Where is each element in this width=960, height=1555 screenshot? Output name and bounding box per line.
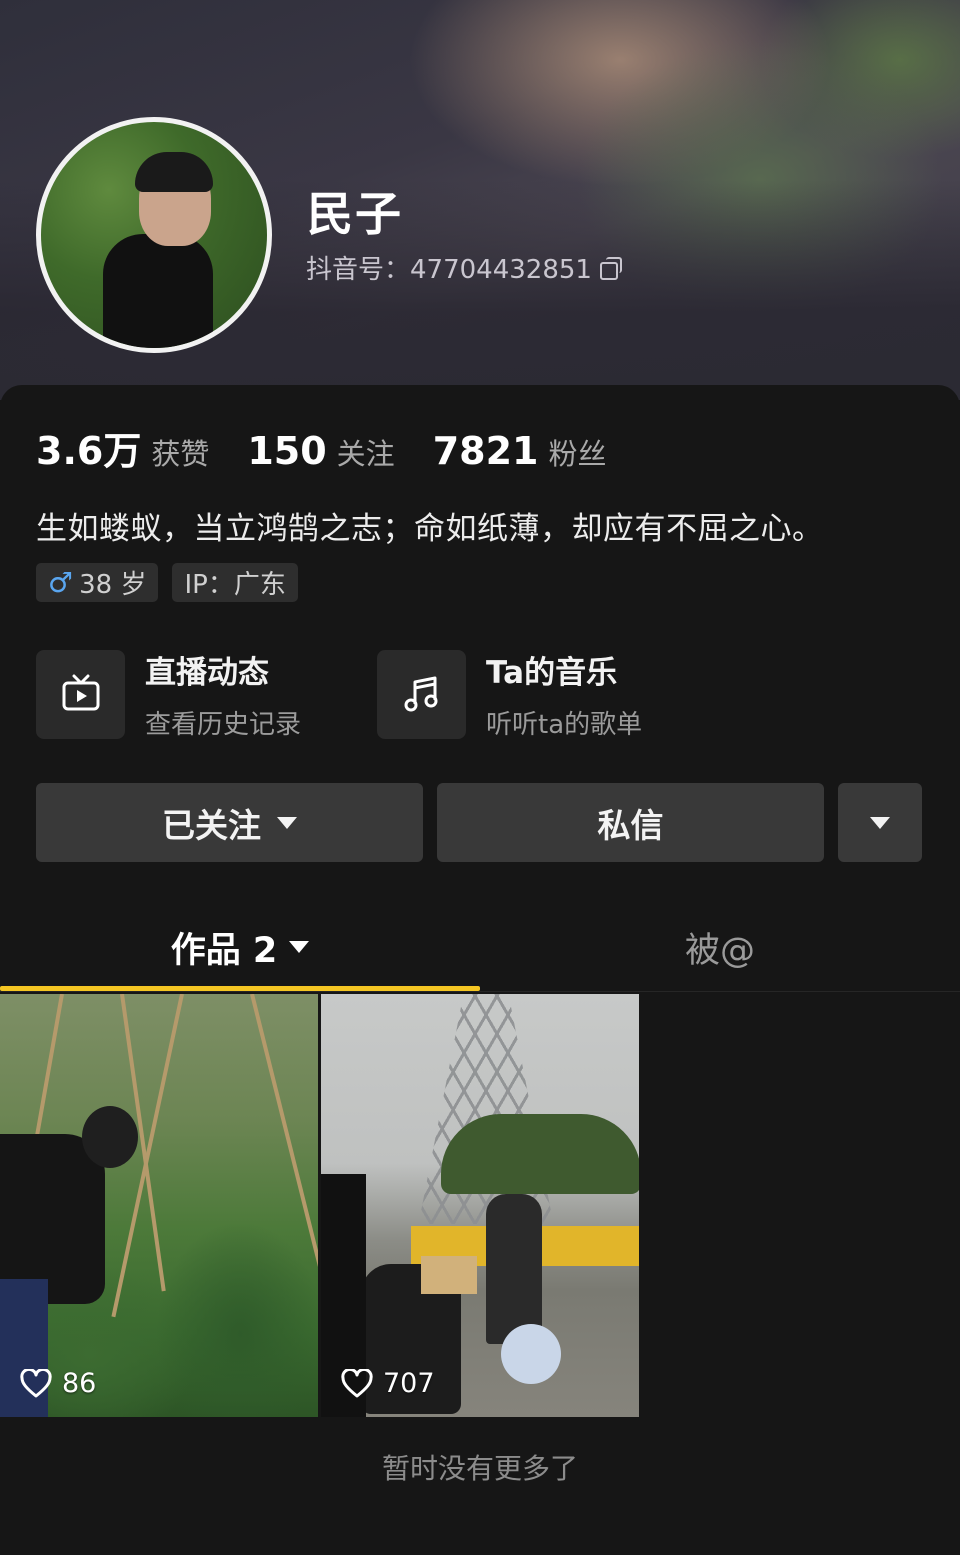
message-button[interactable]: 私信 <box>437 783 824 862</box>
stat-likes-value: 3.6万 <box>36 429 142 473</box>
feature-live-title: 直播动态 <box>145 655 269 691</box>
more-button[interactable] <box>838 783 922 862</box>
stat-followers-value: 7821 <box>432 429 539 473</box>
like-count-value: 86 <box>62 1368 97 1399</box>
avatar[interactable] <box>36 117 272 353</box>
tab-works[interactable]: 作品 2 <box>0 905 480 989</box>
tab-mentioned[interactable]: 被@ <box>480 905 960 989</box>
caret-down-icon <box>870 816 890 829</box>
caret-down-icon <box>289 941 310 953</box>
like-count-value: 707 <box>383 1368 435 1399</box>
stat-likes-label: 获赞 <box>151 437 210 471</box>
stats-row: 3.6万 获赞 150 关注 7821 粉丝 <box>36 420 644 475</box>
bio: 生如蝼蚁，当立鸿鹄之志；命如纸薄，却应有不屈之心。 <box>36 511 824 547</box>
age-text: 38 岁 <box>79 570 147 600</box>
feature-row: 直播动态 查看历史记录 Ta的音乐 听听ta的歌单 <box>36 647 718 741</box>
ip-tag: IP：广东 <box>172 563 298 602</box>
video-thumbnail[interactable]: 707 <box>321 994 639 1417</box>
ip-text: IP：广东 <box>184 570 286 600</box>
content-tabs: 作品 2 被@ <box>0 905 960 992</box>
followed-button[interactable]: 已关注 <box>36 783 423 862</box>
video-thumbnail[interactable]: 86 <box>0 994 318 1417</box>
music-note-icon <box>377 649 466 739</box>
stat-following-label: 关注 <box>336 437 395 471</box>
male-icon: ♂ <box>48 566 74 599</box>
video-person-head <box>82 1106 138 1168</box>
username: 民子 <box>307 187 403 241</box>
heart-icon <box>341 1368 373 1397</box>
tab-works-label: 作品 2 <box>170 930 278 971</box>
caret-down-icon <box>277 816 297 829</box>
plastic-bag <box>501 1324 561 1384</box>
douyin-id-text: 抖音号：47704432851 <box>306 255 592 285</box>
bean-pole <box>250 994 318 1305</box>
stat-likes: 3.6万 获赞 <box>36 420 209 475</box>
like-count: 86 <box>20 1368 96 1399</box>
avatar-person-body <box>103 234 213 348</box>
avatar-person-hair <box>135 152 213 192</box>
like-count: 707 <box>341 1368 435 1399</box>
profile-card: 3.6万 获赞 150 关注 7821 粉丝 生如蝼蚁，当立鸿鹄之志；命如纸薄，… <box>0 385 960 1555</box>
tab-active-indicator <box>0 986 480 991</box>
copy-icon[interactable] <box>599 256 622 280</box>
stat-followers-label: 粉丝 <box>548 437 607 471</box>
tv-icon <box>36 649 125 739</box>
feature-music-subtitle: 听听ta的歌单 <box>486 710 643 740</box>
feature-live-history[interactable]: 直播动态 查看历史记录 <box>36 647 377 741</box>
stat-followers[interactable]: 7821 粉丝 <box>433 429 607 473</box>
action-buttons: 已关注 私信 <box>36 783 922 862</box>
age-tag: ♂ 38 岁 <box>36 563 159 602</box>
feature-music-title: Ta的音乐 <box>486 655 618 691</box>
cardboard-box <box>421 1256 477 1294</box>
stat-following-value: 150 <box>247 429 327 473</box>
profile-tags: ♂ 38 岁 IP：广东 <box>36 563 298 602</box>
video-grid: 86 707 <box>0 994 639 1417</box>
message-label: 私信 <box>597 805 664 845</box>
feature-music[interactable]: Ta的音乐 听听ta的歌单 <box>377 647 718 741</box>
heart-icon <box>20 1368 52 1397</box>
followed-label: 已关注 <box>162 805 261 845</box>
feature-live-subtitle: 查看历史记录 <box>145 710 302 740</box>
end-of-list-note: 暂时没有更多了 <box>381 1452 578 1485</box>
stat-following[interactable]: 150 关注 <box>247 429 394 473</box>
tab-mentioned-label: 被@ <box>684 930 755 971</box>
trees <box>441 1114 639 1194</box>
video-person <box>486 1194 542 1344</box>
douyin-id[interactable]: 抖音号：47704432851 <box>306 249 622 286</box>
